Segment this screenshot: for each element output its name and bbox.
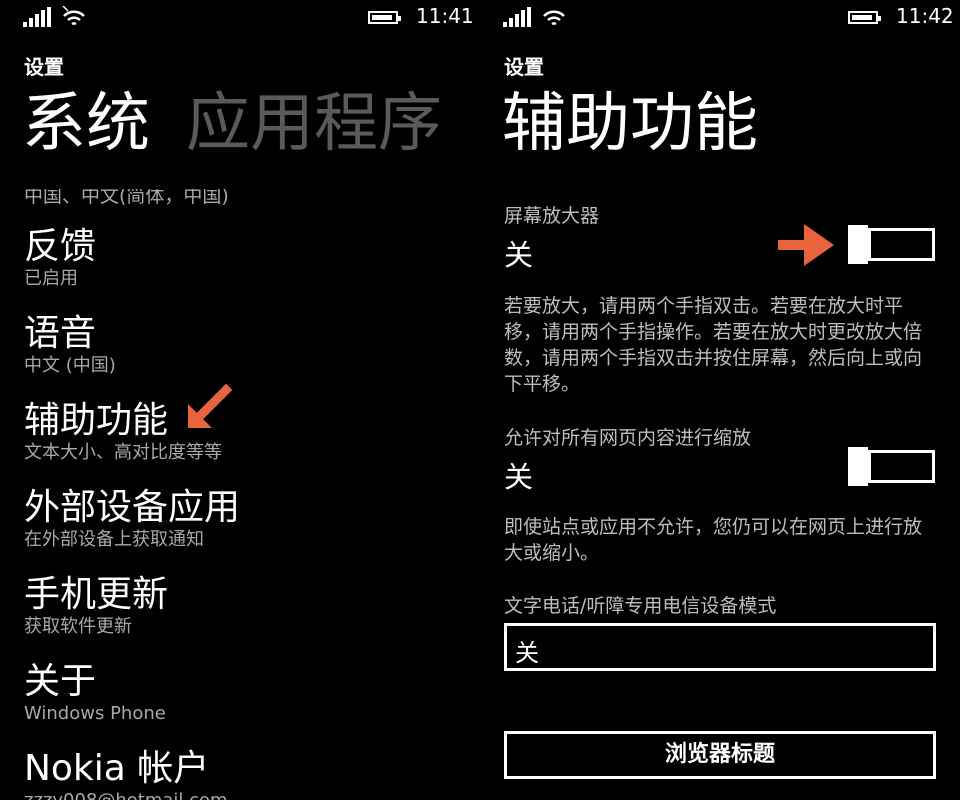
web-zoom-state: 关 [504, 460, 534, 494]
web-zoom-toggle[interactable] [848, 447, 935, 486]
settings-item-feedback[interactable]: 反馈 已启用 [24, 226, 96, 290]
pointer-arrow-icon [188, 384, 232, 428]
signal-strength-icon [23, 7, 51, 27]
tty-mode-value: 关 [515, 639, 539, 667]
screen-magnifier-state: 关 [504, 238, 534, 272]
status-bar: 11:42 [480, 0, 960, 36]
wifi-icon [62, 6, 85, 26]
app-label: 设置 [24, 55, 64, 79]
status-bar: 11:41 [0, 0, 480, 36]
web-zoom-description: 即使站点或应用不允许，您仍可以在网页上进行放大或缩小。 [504, 516, 923, 564]
system-settings-screen: 11:41 设置 系统 应用程序 中国、中文(简体，中国) 反馈 已启用 语音 中… [0, 0, 480, 800]
clock: 11:41 [416, 4, 474, 28]
signal-strength-icon [503, 7, 531, 27]
pivot-tab-system[interactable]: 系统 [22, 87, 150, 161]
tty-mode-select[interactable]: 关 [504, 623, 936, 671]
settings-item-external-device-apps[interactable]: 外部设备应用 在外部设备上获取通知 [24, 487, 240, 551]
settings-item-about[interactable]: 关于 Windows Phone [24, 661, 166, 725]
screen-magnifier-toggle[interactable] [848, 225, 935, 264]
battery-icon [368, 11, 401, 24]
toggle-track [868, 450, 935, 483]
web-zoom-label: 允许对所有网页内容进行缩放 [504, 427, 752, 449]
screen-magnifier-description: 若要放大，请用两个手指双击。若要在放大时平移，请用两个手指操作。若要在放大时更改… [504, 295, 923, 395]
screen-magnifier-label: 屏幕放大器 [504, 205, 600, 227]
clipped-subtitle: 中国、中文(简体，中国) [24, 185, 229, 207]
clock: 11:42 [896, 4, 954, 28]
settings-item-nokia-account[interactable]: Nokia 帐户 zzzy008@hotmail.com [24, 748, 228, 800]
toggle-thumb[interactable] [848, 447, 868, 486]
toggle-thumb[interactable] [848, 225, 868, 264]
toggle-track [868, 228, 935, 261]
accessibility-settings-screen: 11:42 设置 辅助功能 [480, 0, 960, 800]
pivot-header: 系统 应用程序 [22, 84, 442, 164]
pivot-tab-applications[interactable]: 应用程序 [186, 87, 442, 161]
battery-icon [848, 11, 881, 24]
pointer-arrow-icon [778, 224, 834, 266]
settings-item-speech[interactable]: 语音 中文 (中国) [24, 313, 116, 377]
browser-title-button[interactable]: 浏览器标题 [504, 731, 936, 779]
page-title: 辅助功能 [502, 87, 758, 161]
app-label: 设置 [504, 55, 544, 79]
settings-item-phone-update[interactable]: 手机更新 获取软件更新 [24, 574, 168, 638]
tty-mode-label: 文字电话/听障专用电信设备模式 [504, 595, 777, 617]
wifi-icon [543, 10, 565, 26]
